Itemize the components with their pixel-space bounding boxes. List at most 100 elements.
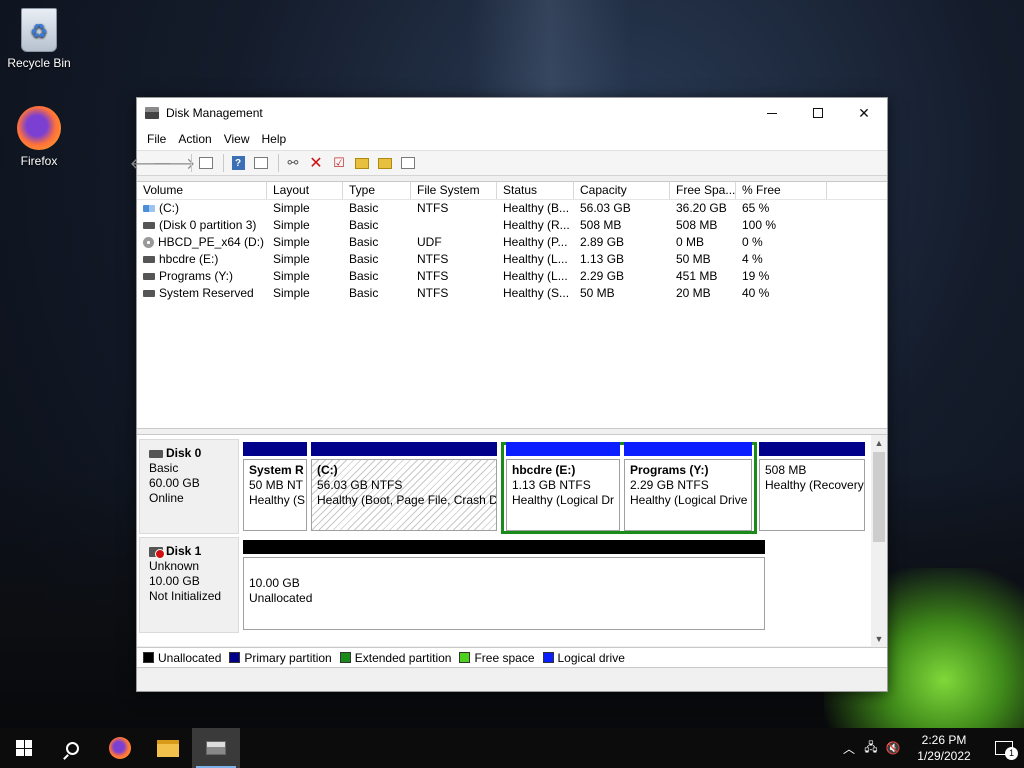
clock[interactable]: 2:26 PM 1/29/2022	[904, 732, 984, 764]
cell-volume: HBCD_PE_x64 (D:)	[137, 234, 267, 251]
action-pane-icon	[254, 157, 268, 169]
title-bar[interactable]: Disk Management ✕	[137, 98, 887, 128]
column-layout[interactable]: Layout	[267, 182, 343, 199]
vertical-scrollbar[interactable]: ▲ ▼	[871, 435, 887, 647]
table-row[interactable]: (C:) Simple Basic NTFS Healthy (B... 56.…	[137, 200, 887, 217]
search-button[interactable]	[48, 728, 96, 768]
cell-capacity: 508 MB	[580, 218, 622, 232]
show-hide-console-tree-button[interactable]	[196, 153, 216, 173]
taskbar-file-explorer[interactable]	[144, 728, 192, 768]
cell-percent-free: 19 %	[742, 269, 770, 283]
disk-0-row: Disk 0 Basic 60.00 GB Online System R 50…	[137, 439, 869, 534]
table-row[interactable]: hbcdre (E:) Simple Basic NTFS Healthy (L…	[137, 251, 887, 268]
desktop-icon-label: Recycle Bin	[7, 56, 71, 70]
taskbar-disk-management[interactable]	[192, 728, 240, 768]
table-row[interactable]: HBCD_PE_x64 (D:) Simple Basic UDF Health…	[137, 234, 887, 251]
maximize-icon	[813, 108, 823, 118]
partition-c[interactable]: (C:) 56.03 GB NTFS Healthy (Boot, Page F…	[309, 439, 499, 534]
scroll-down-arrow-icon[interactable]: ▼	[871, 631, 887, 647]
column-percent-free[interactable]: % Free	[736, 182, 827, 199]
column-type[interactable]: Type	[343, 182, 411, 199]
cell-status: Healthy (B...	[503, 201, 570, 215]
cell-free-space: 36.20 GB	[676, 201, 727, 215]
scroll-thumb[interactable]	[873, 452, 885, 542]
taskbar-firefox[interactable]	[96, 728, 144, 768]
legend-label: Logical drive	[557, 650, 625, 665]
properties-button[interactable]	[398, 153, 418, 173]
close-button[interactable]: ✕	[841, 98, 887, 128]
partition-programs-y[interactable]: Programs (Y:) 2.29 GB NTFS Healthy (Logi…	[622, 439, 754, 534]
folder-up-icon	[355, 157, 369, 169]
cell-type: Basic	[349, 218, 379, 232]
minimize-button[interactable]	[749, 98, 795, 128]
column-capacity[interactable]: Capacity	[574, 182, 670, 199]
legend: Unallocated Primary partition Extended p…	[137, 647, 887, 668]
cell-capacity: 50 MB	[580, 286, 615, 300]
cell-percent-free: 4 %	[742, 252, 763, 266]
disk-size: 60.00 GB	[149, 476, 200, 490]
column-file-system[interactable]: File System	[411, 182, 497, 199]
unallocated-region[interactable]: 10.00 GB Unallocated	[241, 537, 767, 633]
cell-layout: Simple	[273, 218, 310, 232]
notification-badge: 1	[1005, 747, 1018, 760]
table-row[interactable]: Programs (Y:) Simple Basic NTFS Healthy …	[137, 268, 887, 285]
cell-layout: Simple	[273, 235, 310, 249]
desktop-recycle-bin[interactable]: Recycle Bin	[2, 8, 76, 70]
partition-hbcdre-e[interactable]: hbcdre (E:) 1.13 GB NTFS Healthy (Logica…	[504, 439, 622, 534]
column-free-space[interactable]: Free Spa...	[670, 182, 736, 199]
disk-name: Disk 1	[166, 544, 202, 558]
legend-swatch	[143, 652, 154, 663]
toolbar-separator	[223, 154, 224, 172]
disk-size: 10.00 GB	[149, 574, 200, 588]
column-volume[interactable]: Volume	[137, 182, 267, 199]
cell-volume: hbcdre (E:)	[137, 251, 267, 268]
cell-status: Healthy (L...	[503, 269, 568, 283]
show-hidden-icons-chevron-up-icon[interactable]: ︿	[838, 740, 860, 757]
help-icon: ?	[231, 156, 245, 170]
menu-view[interactable]: View	[218, 132, 256, 146]
cell-volume: System Reserved	[137, 285, 267, 302]
primary-partition-bar	[759, 442, 865, 456]
maximize-button[interactable]	[795, 98, 841, 128]
table-row[interactable]: System Reserved Simple Basic NTFS Health…	[137, 285, 887, 302]
menu-help[interactable]: Help	[256, 132, 293, 146]
disk-management-window: Disk Management ✕ File Action View Help …	[130, 97, 888, 692]
partition-recovery[interactable]: 508 MB Healthy (Recovery	[757, 439, 867, 534]
cell-layout: Simple	[273, 286, 310, 300]
table-row[interactable]: (Disk 0 partition 3) Simple Basic Health…	[137, 217, 887, 234]
check-button[interactable]: ☑	[329, 153, 349, 173]
disk-0-label[interactable]: Disk 0 Basic 60.00 GB Online	[139, 439, 239, 534]
disk-1-label[interactable]: Disk 1 Unknown 10.00 GB Not Initialized	[139, 537, 239, 633]
menu-file[interactable]: File	[141, 132, 172, 146]
search-folder-button[interactable]	[375, 153, 395, 173]
column-status[interactable]: Status	[497, 182, 574, 199]
cell-free-space: 0 MB	[676, 235, 705, 249]
delete-button[interactable]: ✕	[306, 153, 326, 173]
volume-list: Volume Layout Type File System Status Ca…	[137, 181, 887, 429]
cell-file-system: NTFS	[417, 252, 449, 266]
partition-system-reserved[interactable]: System R 50 MB NT Healthy (S	[241, 439, 309, 534]
firefox-icon	[109, 737, 131, 759]
menu-action[interactable]: Action	[172, 132, 217, 146]
start-button[interactable]	[0, 728, 48, 768]
cell-type: Basic	[349, 201, 379, 215]
volume-muted-icon[interactable]: 🔇	[882, 741, 904, 755]
connect-disk-button[interactable]: ⚯	[283, 153, 303, 173]
desktop-firefox[interactable]: Firefox	[2, 106, 76, 168]
volume-icon	[143, 256, 155, 263]
partition-size: 508 MB	[765, 463, 807, 477]
help-button[interactable]: ?	[228, 153, 248, 173]
open-folder-button[interactable]	[352, 153, 372, 173]
network-icon[interactable]: 🖧	[860, 738, 882, 759]
desktop-icon-label: Firefox	[20, 154, 58, 168]
cell-file-system: NTFS	[417, 201, 449, 215]
action-center-button[interactable]: 1	[984, 741, 1024, 760]
forward-button[interactable]: 🡒	[153, 153, 196, 173]
action-pane-button[interactable]	[251, 153, 271, 173]
cell-percent-free: 100 %	[742, 218, 777, 232]
legend-swatch	[339, 652, 351, 663]
cell-percent-free: 65 %	[742, 201, 770, 215]
firefox-icon	[17, 106, 61, 150]
scroll-up-arrow-icon[interactable]: ▲	[871, 435, 887, 451]
notification-icon: 1	[995, 741, 1018, 760]
